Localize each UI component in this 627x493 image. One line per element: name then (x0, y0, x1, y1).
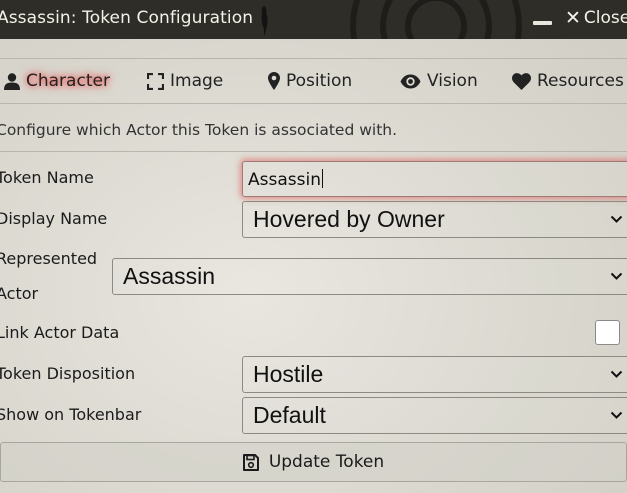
token-name-input[interactable]: Assassin (242, 161, 627, 197)
chevron-down-icon (610, 272, 623, 280)
divider (0, 151, 627, 152)
tab-position[interactable]: Position (268, 68, 352, 94)
map-marker-icon (268, 72, 280, 90)
display-name-select[interactable]: Hovered by Owner (242, 201, 627, 238)
close-button[interactable]: ✕ Close (565, 8, 627, 28)
tab-label: Image (170, 71, 224, 91)
tab-label: Vision (427, 71, 478, 91)
tab-bar: Character Image Position Vision Resource… (0, 58, 627, 104)
token-name-label: Token Name (0, 168, 94, 187)
window-title: Assassin: Token Configuration (0, 8, 254, 28)
user-icon (4, 72, 20, 90)
link-actor-data-label: Link Actor Data (0, 323, 120, 342)
save-icon (242, 453, 259, 471)
represented-actor-value: Assassin (123, 263, 216, 289)
represented-actor-label: Represented (0, 249, 98, 268)
show-on-tokenbar-value: Default (253, 402, 326, 428)
tab-label: Resources (537, 71, 624, 91)
represented-actor-select[interactable]: Assassin (112, 258, 627, 295)
link-actor-data-checkbox[interactable] (595, 320, 620, 345)
raven-icon (261, 6, 268, 35)
display-name-value: Hovered by Owner (253, 206, 445, 232)
token-disposition-select[interactable]: Hostile (242, 356, 627, 393)
expand-icon (147, 72, 164, 90)
token-name-value: Assassin (248, 170, 321, 190)
close-label: Close (583, 8, 627, 28)
tab-character[interactable]: Character (4, 68, 110, 94)
close-icon: ✕ (565, 6, 581, 29)
minimize-button[interactable] (533, 21, 552, 25)
tab-label: Character (26, 71, 110, 91)
eye-icon (400, 74, 421, 88)
tab-vision[interactable]: Vision (400, 68, 478, 94)
text-caret (321, 169, 323, 188)
chevron-down-icon (610, 215, 623, 223)
token-disposition-label: Token Disposition (0, 364, 136, 383)
token-disposition-value: Hostile (253, 361, 324, 387)
chevron-down-icon (610, 411, 623, 419)
display-name-label: Display Name (0, 209, 108, 228)
tab-label: Position (286, 71, 353, 91)
window-header[interactable]: Assassin: Token Configuration ✕ Close (0, 0, 627, 39)
tab-image[interactable]: Image (147, 68, 223, 94)
update-token-label: Update Token (268, 452, 385, 472)
show-on-tokenbar-label: Show on Tokenbar (0, 405, 142, 424)
tab-resources[interactable]: Resources (512, 68, 624, 94)
represented-actor-label-2: Actor (0, 284, 39, 303)
heart-icon (512, 72, 531, 90)
chevron-down-icon (610, 370, 623, 378)
token-config-window: Assassin: Token Configuration ✕ Close Ch… (0, 0, 627, 493)
header-decoration (405, 0, 467, 39)
show-on-tokenbar-select[interactable]: Default (242, 397, 627, 434)
tab-description: Configure which Actor this Token is asso… (0, 121, 398, 139)
update-token-button[interactable]: Update Token (0, 442, 627, 482)
